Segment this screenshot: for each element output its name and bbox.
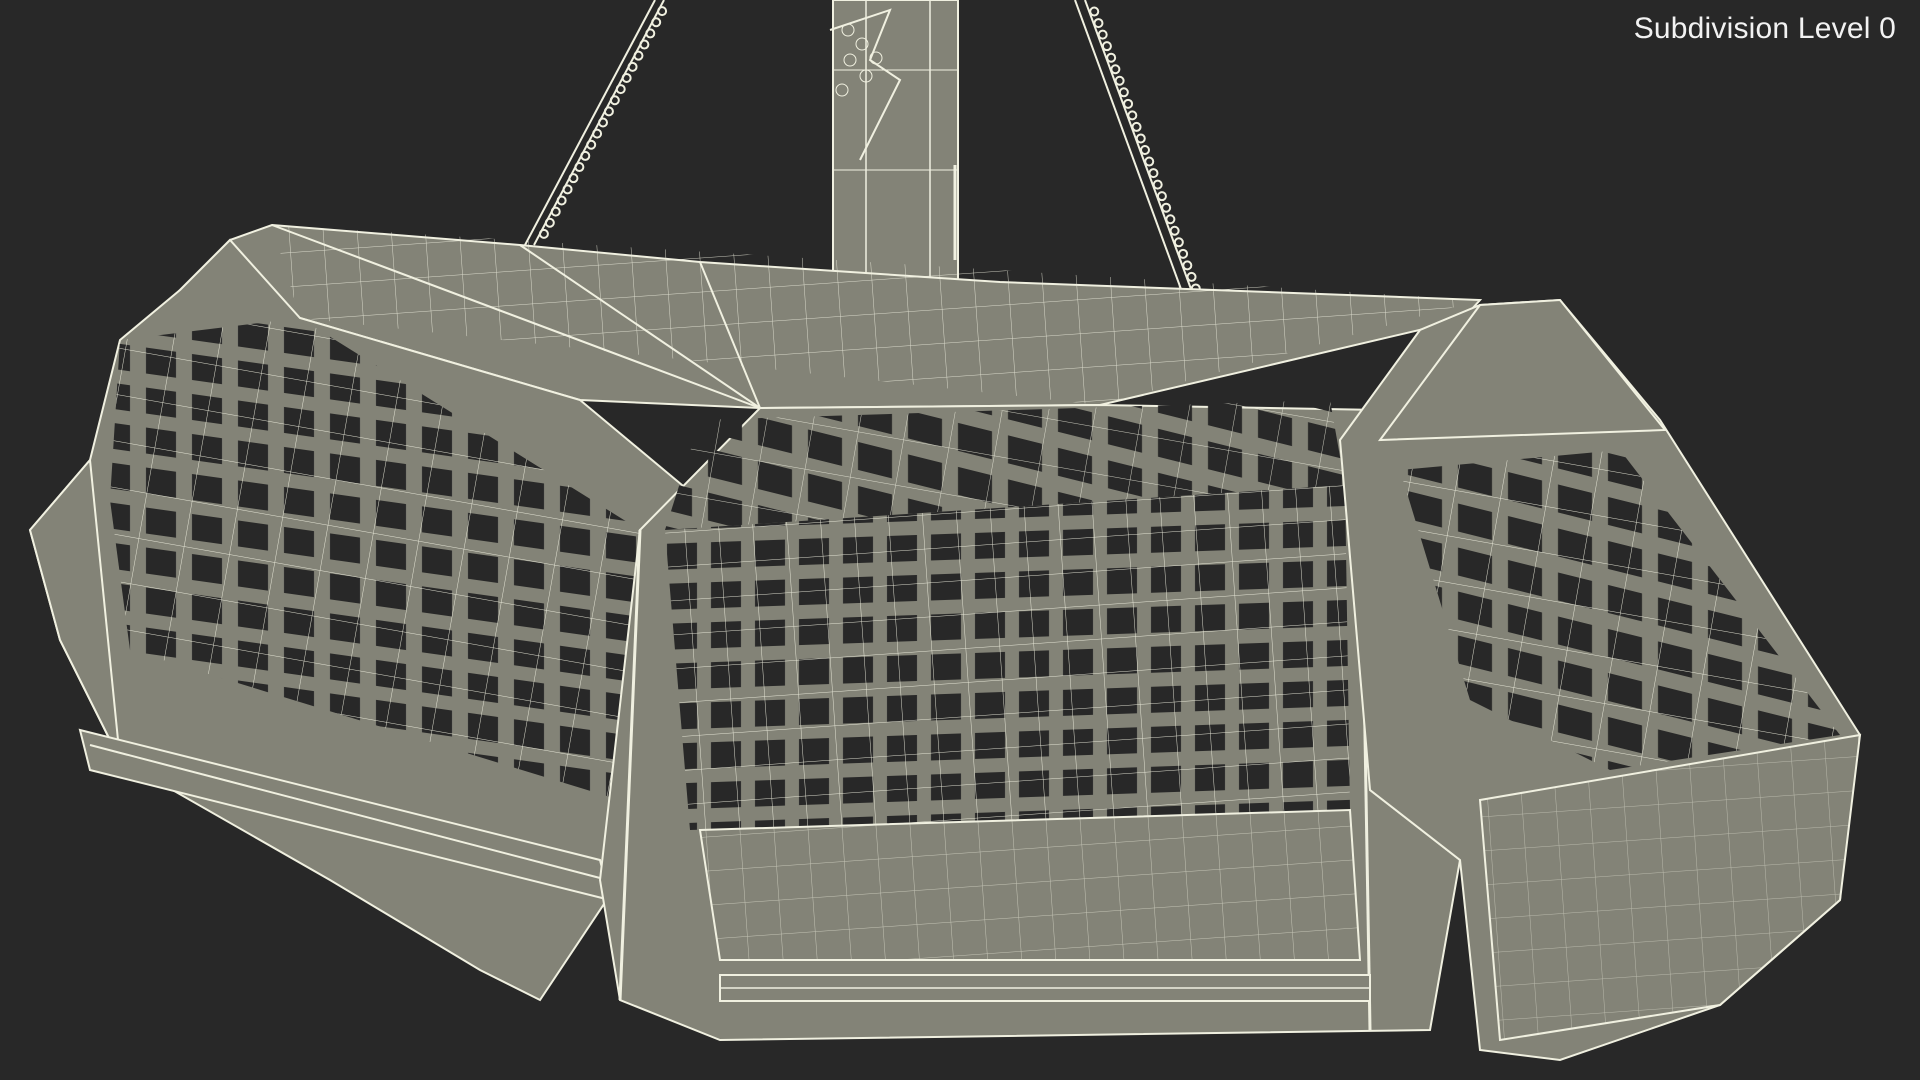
chain-link bbox=[568, 173, 579, 184]
wireframe-render bbox=[28, 0, 1862, 1062]
support-pylon bbox=[829, 0, 959, 286]
chain-link bbox=[639, 39, 650, 50]
chain-link bbox=[1089, 6, 1100, 17]
chain-link bbox=[603, 106, 614, 117]
chain-link bbox=[586, 139, 597, 150]
chain-link bbox=[1144, 156, 1155, 167]
chain-link bbox=[1148, 168, 1159, 179]
left-chain bbox=[524, 0, 668, 246]
chain-link bbox=[1127, 110, 1138, 121]
chain-link bbox=[598, 117, 608, 128]
chain-link bbox=[627, 61, 638, 72]
chain-link bbox=[556, 195, 567, 206]
chain-link bbox=[1106, 52, 1117, 63]
chain-link bbox=[1169, 225, 1180, 236]
chain-link bbox=[633, 50, 644, 61]
chain-link bbox=[621, 72, 632, 83]
3d-viewport[interactable]: Subdivision Level 0 bbox=[0, 0, 1920, 1080]
center-cage-section bbox=[598, 319, 1462, 1042]
chain-link bbox=[645, 28, 656, 39]
chain-link bbox=[1165, 214, 1176, 225]
chain-link bbox=[1101, 41, 1112, 52]
chain-link bbox=[1123, 98, 1134, 109]
chain-link bbox=[1135, 133, 1146, 144]
chain-link bbox=[1156, 191, 1167, 202]
chain-link bbox=[1173, 237, 1184, 248]
subdivision-level-label: Subdivision Level 0 bbox=[1633, 12, 1896, 45]
chain-link bbox=[651, 17, 662, 28]
chain-link bbox=[538, 228, 549, 239]
chain-link bbox=[1140, 145, 1150, 155]
chain-link bbox=[1131, 121, 1142, 132]
chain-link bbox=[1178, 248, 1189, 259]
chain-link bbox=[615, 84, 626, 95]
chain-link bbox=[592, 128, 603, 139]
chain-link bbox=[1161, 202, 1172, 213]
chain-link bbox=[1093, 18, 1104, 29]
chain-link bbox=[1114, 75, 1125, 86]
chain-link bbox=[1186, 271, 1197, 282]
chain-link bbox=[550, 206, 561, 217]
chain-link bbox=[580, 150, 591, 161]
bottom-rail bbox=[719, 974, 1371, 1002]
right-chain bbox=[1074, 0, 1201, 301]
chain-link bbox=[574, 162, 585, 173]
chain-link bbox=[1097, 29, 1108, 40]
chain-link bbox=[1152, 179, 1163, 190]
chain-link bbox=[1118, 87, 1129, 98]
chain-link bbox=[1182, 260, 1193, 271]
chain-link bbox=[562, 184, 573, 195]
chain-link bbox=[657, 6, 668, 17]
chain-link bbox=[609, 95, 620, 106]
chain-link bbox=[544, 217, 555, 228]
chain-link bbox=[1110, 64, 1121, 75]
